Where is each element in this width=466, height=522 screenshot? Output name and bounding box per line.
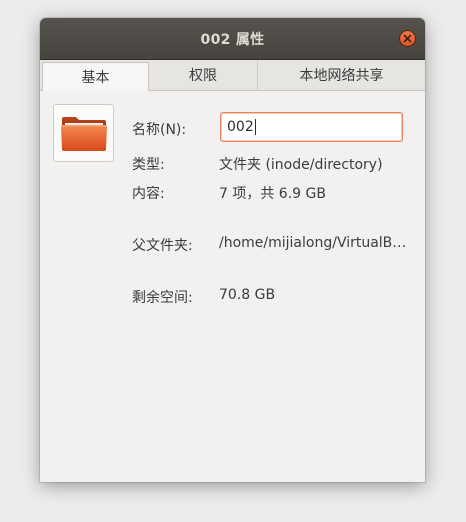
tab-bar: 基本 权限 本地网络共享 [40,60,425,91]
type-value: 文件夹 (inode/directory) [219,157,383,173]
contents-label: 内容: [132,186,165,202]
name-input-value: 002 [227,119,254,135]
folder-icon-button[interactable] [53,104,114,162]
parent-folder-value: /home/mijialong/VirtualB… [219,235,407,251]
type-label: 类型: [132,157,165,173]
contents-value: 7 项，共 6.9 GB [219,186,326,202]
free-space-value: 70.8 GB [219,287,276,303]
tab-local-network-share[interactable]: 本地网络共享 [258,60,425,90]
window-title: 002 属性 [200,32,265,48]
titlebar[interactable]: 002 属性 [40,18,425,60]
tab-permissions[interactable]: 权限 [149,60,258,90]
parent-folder-label: 父文件夹: [132,238,193,254]
folder-icon [60,117,107,151]
close-icon [403,34,412,43]
properties-dialog: 002 属性 基本 权限 本地网络共享 名称(N): 002 类型: 文件夹 (… [40,18,425,482]
basic-panel: 名称(N): 002 类型: 文件夹 (inode/directory) 内容:… [40,91,425,482]
free-space-label: 剩余空间: [132,290,193,306]
close-button[interactable] [399,30,416,47]
name-label: 名称(N): [132,122,187,138]
tab-basic[interactable]: 基本 [42,62,149,91]
text-caret [254,119,256,135]
name-input[interactable]: 002 [220,112,403,142]
